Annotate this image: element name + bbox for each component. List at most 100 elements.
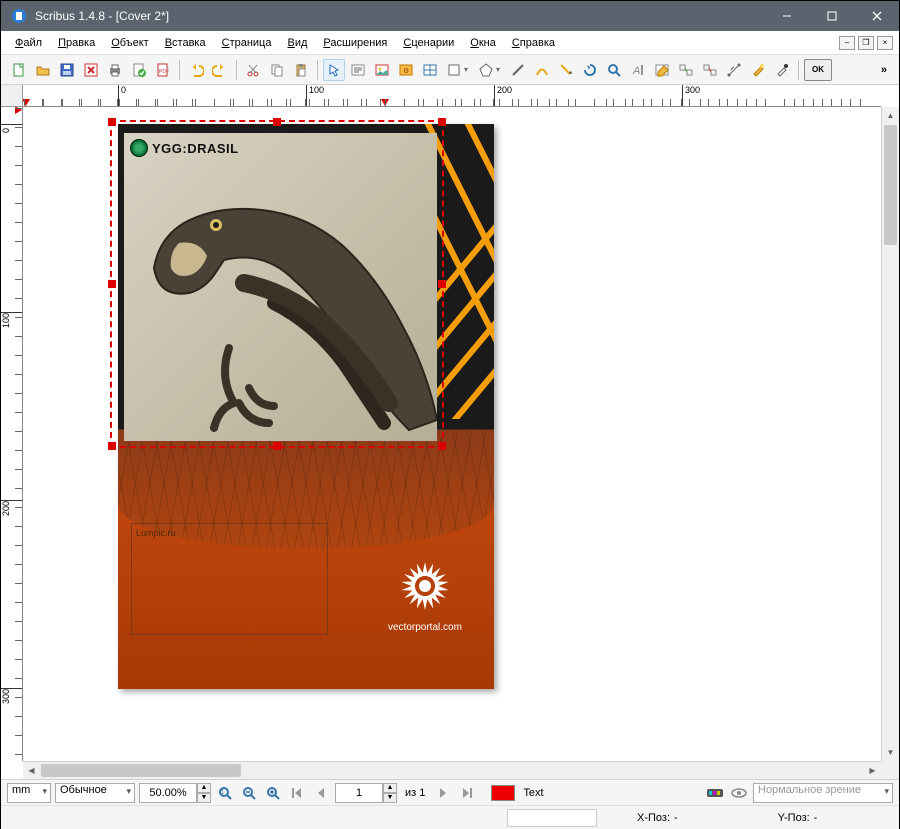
resize-handle-n[interactable] <box>273 118 281 126</box>
main-toolbar: PDF ⚙ ▾ ▾ A OK » <box>1 55 899 85</box>
horizontal-scrollbar[interactable]: ◀ ▶ <box>23 761 881 779</box>
image-frame-selection[interactable] <box>110 120 444 448</box>
text-frame-button[interactable] <box>347 59 369 81</box>
page-total-label: из 1 <box>401 787 429 799</box>
shape-button[interactable] <box>443 59 465 81</box>
maximize-button[interactable] <box>809 1 854 31</box>
copy-props-button[interactable] <box>747 59 769 81</box>
save-file-button[interactable] <box>56 59 78 81</box>
menu-page[interactable]: Страница <box>214 34 280 52</box>
table-button[interactable] <box>419 59 441 81</box>
preflight-button[interactable] <box>128 59 150 81</box>
zoom-100-button[interactable]: 1 <box>215 783 235 803</box>
unit-select[interactable]: mm <box>7 783 51 803</box>
cut-button[interactable] <box>242 59 264 81</box>
resize-handle-sw[interactable] <box>108 442 116 450</box>
select-tool-button[interactable] <box>323 59 345 81</box>
scroll-left-button[interactable]: ◀ <box>23 762 40 779</box>
mdi-restore-button[interactable]: ❐ <box>858 36 874 50</box>
close-file-button[interactable] <box>80 59 102 81</box>
toolbar-overflow-button[interactable]: » <box>875 64 893 76</box>
text-frame[interactable]: Lumpic.ru <box>131 523 328 635</box>
mdi-close-button[interactable]: × <box>877 36 893 50</box>
measure-button[interactable] <box>723 59 745 81</box>
page-spin-up[interactable]: ▲ <box>383 783 397 793</box>
edit-text-button[interactable]: A <box>627 59 649 81</box>
minimize-button[interactable] <box>764 1 809 31</box>
undo-button[interactable] <box>185 59 207 81</box>
layer-select[interactable]: Обычное <box>55 783 135 803</box>
menu-insert[interactable]: Вставка <box>157 34 214 52</box>
export-pdf-button[interactable]: PDF <box>152 59 174 81</box>
render-frame-button[interactable]: ⚙ <box>395 59 417 81</box>
next-page-button[interactable] <box>433 783 453 803</box>
line-button[interactable] <box>507 59 529 81</box>
prev-page-button[interactable] <box>311 783 331 803</box>
last-page-button[interactable] <box>457 783 477 803</box>
menu-help[interactable]: Справка <box>504 34 563 52</box>
ruler-origin[interactable] <box>1 85 23 107</box>
menu-file[interactable]: Файл <box>7 34 50 52</box>
shape-dropdown[interactable]: ▾ <box>464 65 472 74</box>
vertical-scrollbar[interactable]: ▲ ▼ <box>881 107 899 761</box>
resize-handle-ne[interactable] <box>438 118 446 126</box>
resize-handle-se[interactable] <box>438 442 446 450</box>
close-button[interactable] <box>854 1 899 31</box>
story-editor-button[interactable] <box>651 59 673 81</box>
cms-toggle-button[interactable] <box>705 783 725 803</box>
menu-object[interactable]: Объект <box>103 34 156 52</box>
paste-button[interactable] <box>290 59 312 81</box>
menu-script[interactable]: Сценарии <box>395 34 462 52</box>
mdi-minimize-button[interactable]: – <box>839 36 855 50</box>
menu-view[interactable]: Вид <box>279 34 315 52</box>
bezier-button[interactable] <box>531 59 553 81</box>
work-area: 0 100 200 300 0 100 200 300 <box>1 85 899 779</box>
zoom-spin-down[interactable]: ▼ <box>197 793 211 803</box>
horizontal-ruler[interactable]: 0 100 200 300 <box>23 85 881 107</box>
menu-edit[interactable]: Правка <box>50 34 103 52</box>
scroll-h-thumb[interactable] <box>41 764 241 777</box>
view-mode-select[interactable]: Нормальное зрение <box>753 783 893 803</box>
scroll-down-button[interactable]: ▼ <box>882 744 899 761</box>
unlink-frames-button[interactable] <box>699 59 721 81</box>
scroll-v-thumb[interactable] <box>884 125 897 245</box>
first-page-button[interactable] <box>287 783 307 803</box>
resize-handle-e[interactable] <box>438 280 446 288</box>
freehand-button[interactable] <box>555 59 577 81</box>
menu-extras[interactable]: Расширения <box>315 34 395 52</box>
page-number-input[interactable] <box>335 783 383 803</box>
svg-text:⚙: ⚙ <box>403 67 409 75</box>
open-file-button[interactable] <box>32 59 54 81</box>
resize-handle-nw[interactable] <box>108 118 116 126</box>
zoom-input[interactable] <box>139 783 197 803</box>
zoom-spin-up[interactable]: ▲ <box>197 783 211 793</box>
link-frames-button[interactable] <box>675 59 697 81</box>
zoom-in-button[interactable] <box>263 783 283 803</box>
xpos-label: X-Поз: <box>637 812 670 824</box>
zoom-button[interactable] <box>603 59 625 81</box>
resize-handle-s[interactable] <box>273 442 281 450</box>
image-frame-button[interactable] <box>371 59 393 81</box>
scroll-up-button[interactable]: ▲ <box>882 107 899 124</box>
resize-handle-w[interactable] <box>108 280 116 288</box>
canvas[interactable]: YGG:DRASIL vectorportal.com Lumpic.ru <box>23 107 881 761</box>
rotate-button[interactable] <box>579 59 601 81</box>
scroll-right-button[interactable]: ▶ <box>864 762 881 779</box>
vertical-ruler[interactable]: 0 100 200 300 <box>1 107 23 761</box>
redo-button[interactable] <box>209 59 231 81</box>
print-button[interactable] <box>104 59 126 81</box>
document-page[interactable]: YGG:DRASIL vectorportal.com Lumpic.ru <box>118 124 494 689</box>
menu-windows[interactable]: Окна <box>462 34 504 52</box>
new-file-button[interactable] <box>8 59 30 81</box>
pdf-ok-button[interactable]: OK <box>804 59 832 81</box>
page-spin-down[interactable]: ▼ <box>383 793 397 803</box>
layer-color-swatch[interactable] <box>491 785 515 801</box>
eyedropper-button[interactable] <box>771 59 793 81</box>
preview-toggle-button[interactable] <box>729 783 749 803</box>
status-info-box <box>507 809 597 827</box>
zoom-out-button[interactable] <box>239 783 259 803</box>
polygon-button[interactable] <box>475 59 497 81</box>
vectorportal-text: vectorportal.com <box>388 622 462 633</box>
copy-button[interactable] <box>266 59 288 81</box>
polygon-dropdown[interactable]: ▾ <box>496 65 504 74</box>
